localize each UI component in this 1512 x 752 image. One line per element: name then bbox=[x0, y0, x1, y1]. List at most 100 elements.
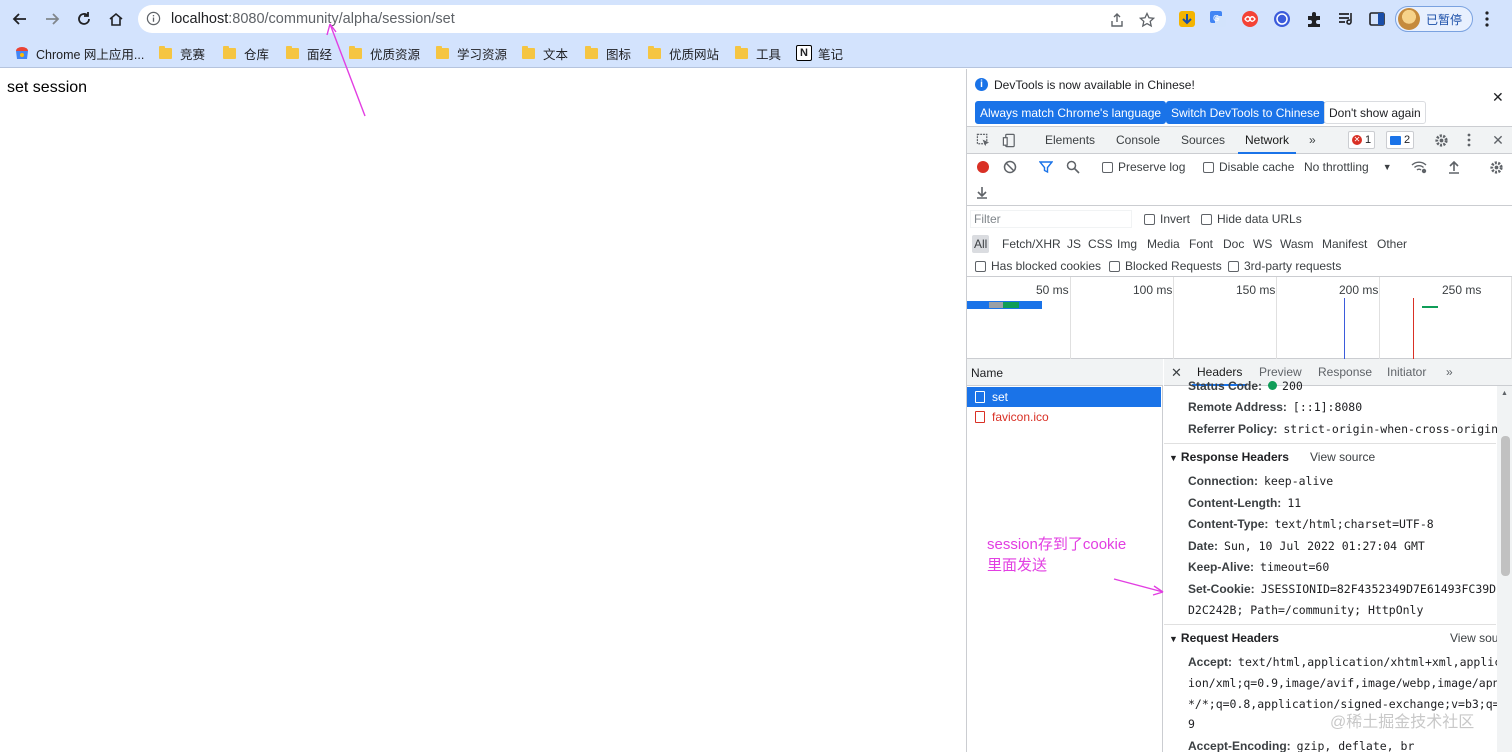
view-source-link[interactable]: View source bbox=[1310, 450, 1375, 464]
folder-icon bbox=[286, 45, 299, 59]
bookmark-label: 学习资源 bbox=[457, 47, 508, 62]
header-key: Status Code: bbox=[1188, 379, 1263, 393]
close-devtools-icon[interactable]: ✕ bbox=[1490, 132, 1506, 148]
translate-extension-icon[interactable]: G bbox=[1208, 9, 1228, 29]
request-headers-section[interactable]: ▼ Request Headers bbox=[1169, 631, 1279, 645]
network-conditions-icon[interactable] bbox=[1411, 160, 1427, 174]
close-detail-icon[interactable]: ✕ bbox=[1171, 359, 1182, 386]
type-filter-css[interactable]: CSS bbox=[1086, 235, 1115, 253]
import-har-icon[interactable] bbox=[1448, 160, 1460, 174]
bookmark-folder[interactable]: 学习资源 bbox=[436, 43, 507, 63]
site-info-icon[interactable] bbox=[146, 11, 161, 29]
request-header-row: Accept-Encoding: gzip, deflate, br bbox=[1188, 739, 1414, 752]
filter-input[interactable]: Filter bbox=[970, 210, 1132, 228]
home-button[interactable] bbox=[104, 7, 128, 31]
bookmark-folder[interactable]: 面经 bbox=[286, 43, 332, 63]
type-filter-wasm[interactable]: Wasm bbox=[1278, 235, 1316, 253]
tab-sources[interactable]: Sources bbox=[1181, 127, 1225, 154]
search-icon[interactable] bbox=[1066, 160, 1080, 174]
type-filter-manifest[interactable]: Manifest bbox=[1320, 235, 1369, 253]
network-settings-gear-icon[interactable] bbox=[1489, 160, 1504, 175]
compass-extension-icon[interactable] bbox=[1272, 9, 1292, 29]
request-row[interactable]: favicon.ico bbox=[967, 407, 1161, 427]
timeline-download-segment bbox=[1003, 302, 1019, 308]
hide-data-urls-checkbox[interactable]: Hide data URLs bbox=[1201, 212, 1302, 226]
close-icon[interactable]: ✕ bbox=[1492, 89, 1504, 106]
export-har-icon[interactable] bbox=[976, 185, 988, 199]
error-count-badge[interactable]: ✕ 1 bbox=[1348, 131, 1376, 149]
bookmark-chrome-store[interactable]: Chrome 网上应用... bbox=[14, 43, 144, 63]
profile-button[interactable]: 已暂停 bbox=[1395, 6, 1473, 32]
record-icon[interactable] bbox=[976, 160, 990, 174]
share-icon[interactable] bbox=[1108, 11, 1126, 29]
download-extension-icon[interactable] bbox=[1177, 9, 1197, 29]
media-queue-icon[interactable] bbox=[1336, 9, 1356, 29]
header-value: D2C242B; Path=/community; HttpOnly bbox=[1188, 603, 1424, 617]
preserve-log-checkbox[interactable]: Preserve log bbox=[1102, 160, 1185, 174]
scroll-up-arrow-icon[interactable]: ▲ bbox=[1501, 390, 1508, 397]
extensions-puzzle-icon[interactable] bbox=[1304, 9, 1324, 29]
throttling-select[interactable]: No throttling ▼ bbox=[1304, 160, 1392, 174]
tab-console[interactable]: Console bbox=[1116, 127, 1160, 154]
bookmark-folder[interactable]: 文本 bbox=[522, 43, 568, 63]
message-count-badge[interactable]: 2 bbox=[1386, 131, 1415, 149]
type-filter-media[interactable]: Media bbox=[1145, 235, 1182, 253]
expand-triangle-icon: ▼ bbox=[1169, 634, 1178, 644]
bookmark-star-icon[interactable] bbox=[1138, 11, 1156, 29]
type-filter-js[interactable]: JS bbox=[1065, 235, 1083, 253]
inspect-element-icon[interactable] bbox=[975, 132, 991, 148]
back-button[interactable] bbox=[8, 7, 32, 31]
view-source-link[interactable]: View sou bbox=[1450, 631, 1498, 645]
type-filter-img[interactable]: Img bbox=[1115, 235, 1139, 253]
settings-gear-icon[interactable] bbox=[1433, 132, 1449, 148]
infinity-extension-icon[interactable] bbox=[1240, 9, 1260, 29]
filter-funnel-icon[interactable] bbox=[1039, 160, 1053, 174]
third-party-checkbox[interactable]: 3rd-party requests bbox=[1228, 259, 1341, 273]
address-bar[interactable]: localhost:8080/community/alpha/session/s… bbox=[138, 5, 1166, 33]
more-tabs-icon[interactable]: » bbox=[1309, 127, 1316, 154]
bookmark-folder[interactable]: 图标 bbox=[585, 43, 631, 63]
type-filter-ws[interactable]: WS bbox=[1251, 235, 1274, 253]
request-row[interactable]: set bbox=[967, 387, 1161, 407]
response-headers-section[interactable]: ▼ Response Headers bbox=[1169, 450, 1289, 464]
blocked-requests-checkbox[interactable]: Blocked Requests bbox=[1109, 259, 1222, 273]
more-detail-tabs-icon[interactable]: » bbox=[1446, 359, 1453, 386]
switch-to-chinese-button[interactable]: Switch DevTools to Chinese bbox=[1166, 101, 1325, 124]
type-filter-fetch-xhr[interactable]: Fetch/XHR bbox=[1000, 235, 1063, 253]
type-filter-all[interactable]: All bbox=[972, 235, 990, 253]
bookmark-notion[interactable]: N 笔记 bbox=[796, 43, 843, 63]
forward-button[interactable] bbox=[40, 7, 64, 31]
bookmark-folder[interactable]: 工具 bbox=[735, 43, 781, 63]
column-header-name[interactable]: Name bbox=[967, 359, 1163, 386]
browser-menu-icon[interactable] bbox=[1485, 10, 1489, 31]
bookmark-folder[interactable]: 仓库 bbox=[223, 43, 269, 63]
tab-network[interactable]: Network bbox=[1238, 127, 1297, 154]
has-blocked-cookies-checkbox[interactable]: Has blocked cookies bbox=[975, 259, 1101, 273]
always-match-language-button[interactable]: Always match Chrome's language bbox=[975, 101, 1167, 124]
clear-icon[interactable] bbox=[1003, 160, 1017, 174]
type-filter-doc[interactable]: Doc bbox=[1221, 235, 1246, 253]
bookmark-folder[interactable]: 优质资源 bbox=[349, 43, 420, 63]
section-divider bbox=[1164, 624, 1496, 625]
tab-elements[interactable]: Elements bbox=[1045, 127, 1095, 154]
device-toolbar-icon[interactable] bbox=[1001, 132, 1017, 148]
network-timeline-overview[interactable]: 50 ms 100 ms 150 ms 200 ms 250 ms bbox=[967, 277, 1512, 359]
devtools-menu-icon[interactable] bbox=[1461, 132, 1477, 148]
detail-scrollbar[interactable]: ▲ bbox=[1497, 386, 1512, 752]
checkbox-icon bbox=[975, 260, 986, 272]
disable-cache-checkbox[interactable]: Disable cache bbox=[1203, 160, 1294, 174]
dont-show-again-button[interactable]: Don't show again bbox=[1324, 101, 1426, 124]
side-panel-icon[interactable] bbox=[1367, 9, 1387, 29]
reload-button[interactable] bbox=[72, 7, 96, 31]
type-filter-font[interactable]: Font bbox=[1187, 235, 1215, 253]
bookmark-label: 面经 bbox=[307, 47, 333, 62]
bookmark-folder[interactable]: 竞赛 bbox=[159, 43, 205, 63]
scrollbar-thumb[interactable] bbox=[1501, 436, 1510, 576]
chrome-store-icon bbox=[16, 47, 28, 59]
tab-response[interactable]: Response bbox=[1318, 359, 1372, 386]
url-text[interactable]: localhost:8080/community/alpha/session/s… bbox=[171, 11, 455, 27]
invert-checkbox[interactable]: Invert bbox=[1144, 212, 1190, 226]
tab-initiator[interactable]: Initiator bbox=[1387, 359, 1426, 386]
bookmark-folder[interactable]: 优质网站 bbox=[648, 43, 719, 63]
type-filter-other[interactable]: Other bbox=[1375, 235, 1409, 253]
